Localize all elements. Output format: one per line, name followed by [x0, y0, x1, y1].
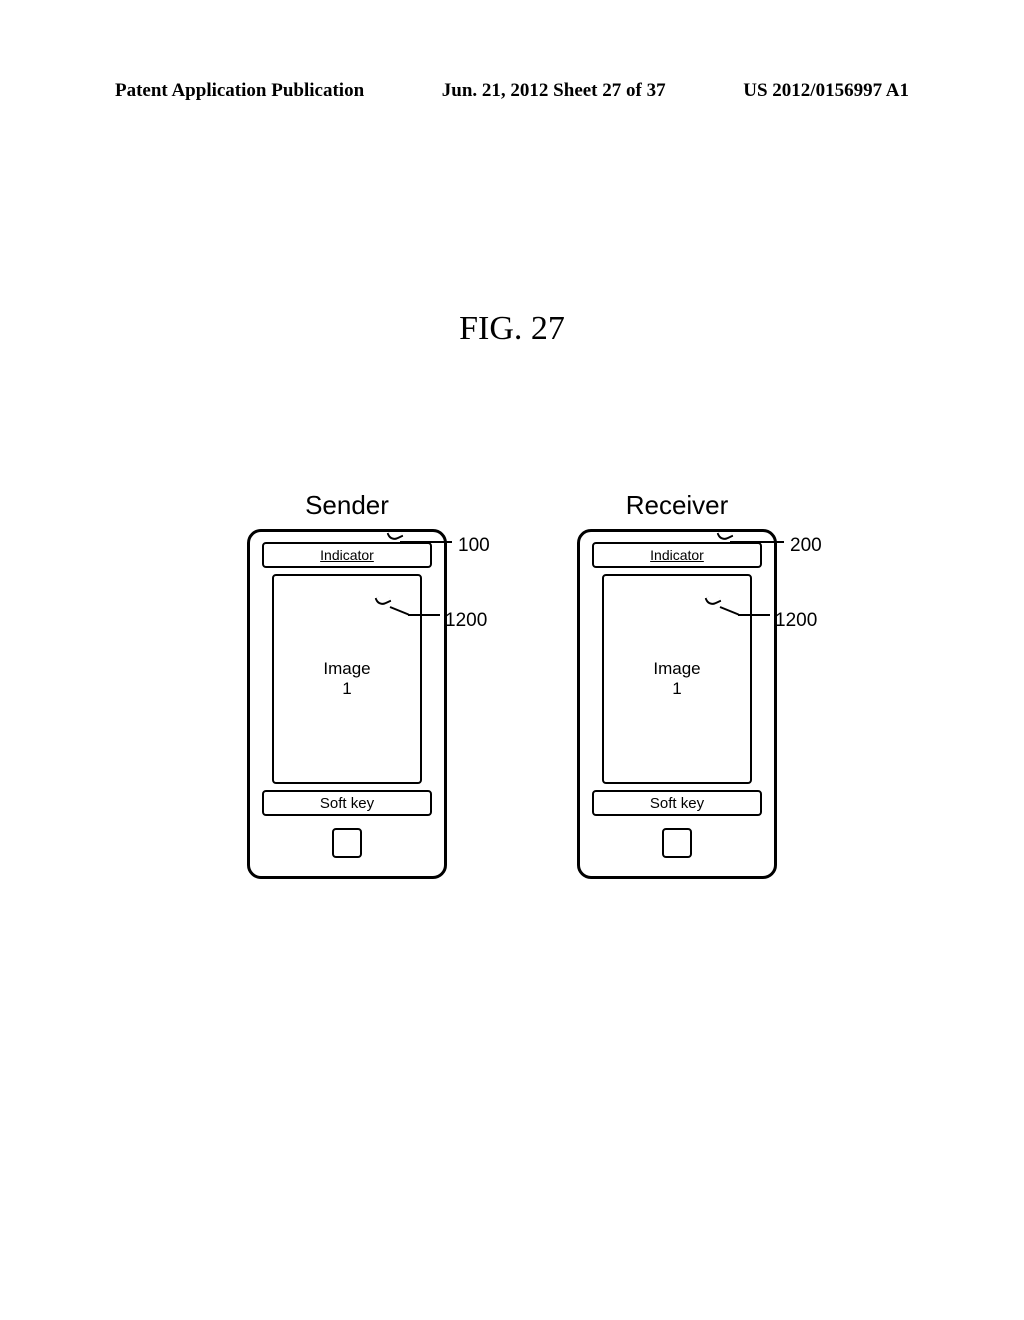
sender-device: Indicator Image 1 Soft key [247, 529, 447, 879]
callout-line-icon [730, 541, 784, 543]
sender-indicator-bar: Indicator [262, 542, 432, 568]
callout-line-icon [408, 614, 440, 616]
header-left: Patent Application Publication [115, 80, 364, 102]
receiver-softkey-bar: Soft key [592, 790, 762, 816]
receiver-indicator-bar: Indicator [592, 542, 762, 568]
sender-image-text-1: Image [323, 659, 370, 679]
sender-device-group: Sender Indicator Image 1 Soft key [247, 490, 447, 879]
receiver-image-area: Image 1 [602, 574, 752, 784]
header-right: US 2012/0156997 A1 [743, 80, 909, 102]
receiver-image-text-1: Image [653, 659, 700, 679]
receiver-home-button [662, 828, 692, 858]
diagram-container: Sender Indicator Image 1 Soft key Receiv… [0, 490, 1024, 879]
receiver-device: Indicator Image 1 Soft key [577, 529, 777, 879]
figure-title: FIG. 27 [0, 310, 1024, 348]
sender-image-area: Image 1 [272, 574, 422, 784]
reference-1200-right: 1200 [775, 610, 817, 632]
sender-image-text-2: 1 [342, 679, 351, 699]
sender-home-button [332, 828, 362, 858]
callout-line-icon [400, 541, 452, 543]
header-center: Jun. 21, 2012 Sheet 27 of 37 [442, 80, 666, 102]
reference-1200-left: 1200 [445, 610, 487, 632]
reference-100: 100 [458, 535, 490, 557]
sender-label: Sender [305, 490, 389, 521]
page-header: Patent Application Publication Jun. 21, … [0, 80, 1024, 102]
receiver-label: Receiver [626, 490, 729, 521]
receiver-image-text-2: 1 [672, 679, 681, 699]
reference-200: 200 [790, 535, 822, 557]
callout-line-icon [738, 614, 770, 616]
receiver-device-group: Receiver Indicator Image 1 Soft key [577, 490, 777, 879]
sender-softkey-bar: Soft key [262, 790, 432, 816]
